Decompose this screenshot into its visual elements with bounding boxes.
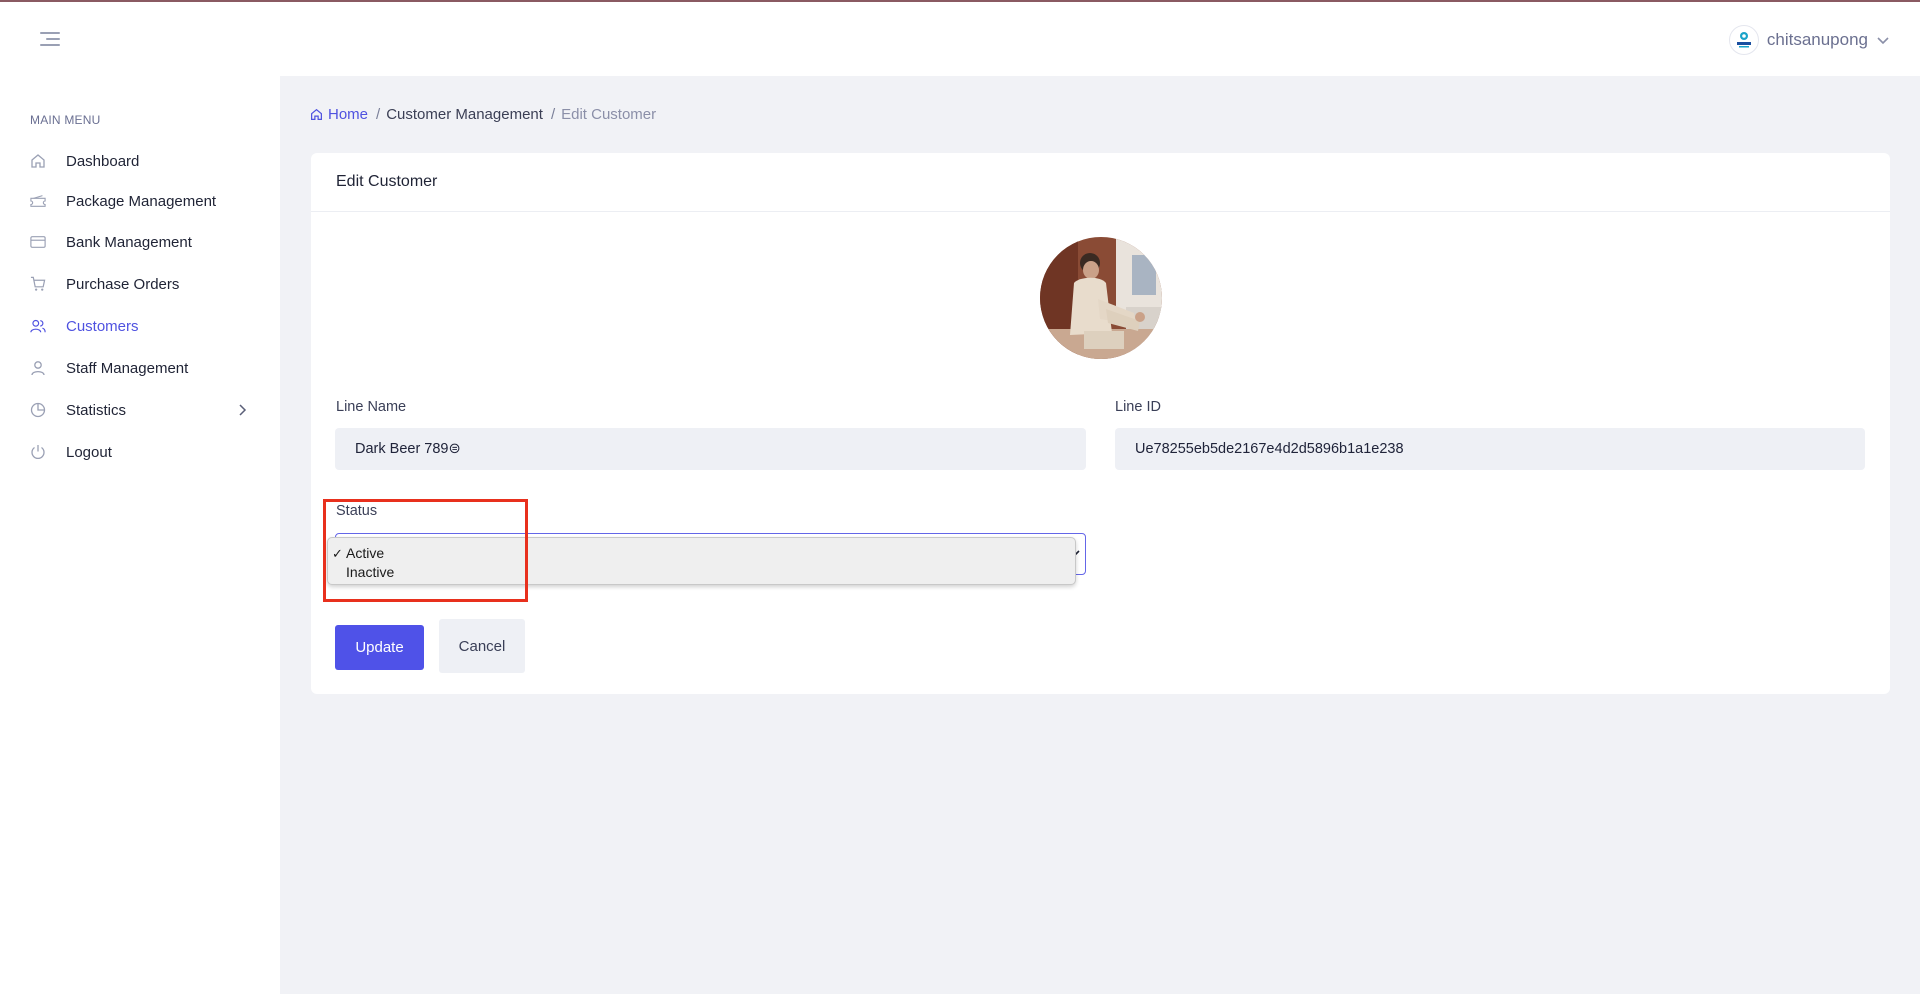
top-header: chitsanupong xyxy=(0,2,1920,76)
sidebar-item-label: Package Management xyxy=(66,192,217,210)
user-icon xyxy=(30,360,46,376)
status-option-inactive[interactable]: Inactive xyxy=(328,563,1075,582)
sidebar-item-dashboard[interactable]: Dashboard xyxy=(0,143,280,179)
edit-customer-card: Edit Customer Line Name Dark Beer 789⊜ L… xyxy=(311,153,1890,694)
ticket-icon xyxy=(30,193,46,209)
hamburger-menu-icon[interactable] xyxy=(40,30,60,48)
line-id-label: Line ID xyxy=(1115,399,1161,415)
sidebar-item-staff-management[interactable]: Staff Management xyxy=(0,350,280,386)
sidebar-item-label: Logout xyxy=(66,443,112,461)
sidebar-item-statistics[interactable]: Statistics xyxy=(0,392,280,428)
sidebar-item-label: Purchase Orders xyxy=(66,275,180,293)
checkmark-icon: ✓ xyxy=(332,546,343,561)
card-title: Edit Customer xyxy=(336,173,438,190)
chevron-down-icon xyxy=(1877,37,1889,45)
brand-logo-icon xyxy=(1728,25,1759,55)
breadcrumb-separator: / xyxy=(550,105,556,123)
power-icon xyxy=(30,444,46,460)
sidebar-item-customers[interactable]: Customers xyxy=(0,308,280,344)
breadcrumb-home-label: Home xyxy=(328,105,369,123)
breadcrumb-separator: / xyxy=(376,105,381,123)
update-button[interactable]: Update xyxy=(335,625,424,670)
line-name-label: Line Name xyxy=(336,399,407,415)
sidebar-item-label: Customers xyxy=(66,317,139,335)
status-option-active[interactable]: ✓ Active xyxy=(328,544,1075,563)
sidebar-item-purchase-orders[interactable]: Purchase Orders xyxy=(0,266,280,302)
sidebar-item-bank-management[interactable]: Bank Management xyxy=(0,224,280,260)
home-icon xyxy=(30,153,46,169)
users-icon xyxy=(30,318,46,334)
sidebar-item-label: Bank Management xyxy=(66,233,192,251)
sidebar: MAIN MENU Dashboard Package Management B… xyxy=(0,76,280,994)
user-menu[interactable]: chitsanupong xyxy=(1728,24,1890,56)
sidebar-title: MAIN MENU xyxy=(30,113,101,127)
sidebar-item-label: Staff Management xyxy=(66,359,189,377)
line-id-input[interactable]: Ue78255eb5de2167e4d2d5896b1a1e238 xyxy=(1115,428,1865,470)
customer-profile-photo xyxy=(1040,237,1162,359)
sidebar-item-label: Statistics xyxy=(66,401,127,419)
line-name-input[interactable]: Dark Beer 789⊜ xyxy=(335,428,1086,470)
status-dropdown-list: ✓ Active Inactive xyxy=(327,537,1076,585)
cancel-button[interactable]: Cancel xyxy=(439,619,525,673)
credit-card-icon xyxy=(30,234,46,250)
sidebar-item-package-management[interactable]: Package Management xyxy=(0,183,280,219)
sidebar-item-label: Dashboard xyxy=(66,152,140,170)
home-icon xyxy=(311,108,322,120)
breadcrumb-customer-management[interactable]: Customer Management xyxy=(386,106,543,123)
status-option-label: Active xyxy=(346,545,385,561)
breadcrumb-home-link[interactable]: Home xyxy=(310,106,368,123)
card-header: Edit Customer xyxy=(311,153,1890,212)
pie-chart-icon xyxy=(30,402,46,418)
breadcrumb-current: Edit Customer xyxy=(561,105,657,123)
shopping-cart-icon xyxy=(30,276,46,292)
breadcrumb: Home / Customer Management / Edit Custom… xyxy=(310,104,656,124)
username: chitsanupong xyxy=(1766,30,1868,49)
status-option-label: Inactive xyxy=(346,564,395,580)
status-label: Status xyxy=(336,503,378,519)
chevron-right-icon xyxy=(239,404,247,416)
sidebar-item-logout[interactable]: Logout xyxy=(0,434,280,470)
